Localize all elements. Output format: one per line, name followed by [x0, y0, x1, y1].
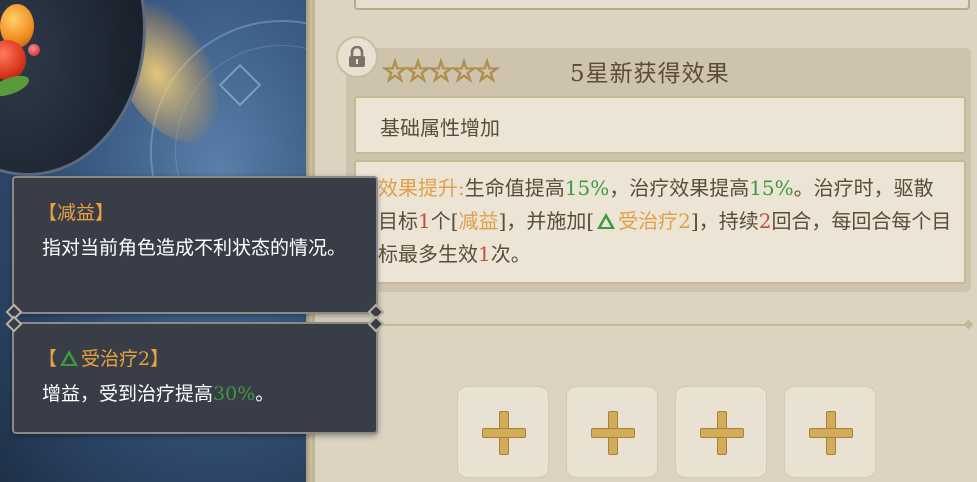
effect-text: ]，持续 — [690, 209, 759, 233]
section-separator — [370, 324, 968, 326]
basic-attribute-label: 基础属性增加 — [380, 116, 500, 140]
basic-attribute-box: 基础属性增加 — [354, 96, 966, 154]
add-slot-button[interactable] — [457, 386, 549, 478]
tooltip-debuff: 【减益】 指对当前角色造成不利状态的情况。 — [5, 176, 385, 321]
buff-link[interactable]: 受治疗2 — [618, 209, 691, 233]
effect-text: 个[ — [430, 209, 459, 233]
tooltip-title: 【减益】 — [38, 202, 115, 224]
add-slot-button[interactable] — [566, 386, 658, 478]
add-slot-button[interactable] — [675, 386, 767, 478]
tooltip-text: 指对当前角色造成不利状态的情况。 — [42, 237, 347, 259]
tooltip-title: 【受治疗2】 — [38, 348, 170, 370]
section-title: 5星新获得效果 — [570, 61, 730, 87]
star-rating: ☆ ☆ ☆ ☆ ☆ — [381, 54, 501, 88]
effect-text: 次。 — [490, 242, 531, 266]
effect-text: ，治疗效果提高 — [609, 176, 750, 200]
plus-icon — [700, 411, 744, 455]
effect-number: 1 — [418, 209, 431, 233]
tooltip-heal-buff: 【受治疗2】 增益，受到治疗提高30%。 — [5, 315, 385, 434]
effect-prefix: 效果提升: — [378, 176, 465, 200]
add-slot-button[interactable] — [784, 386, 876, 478]
tooltip-value: 30% — [213, 383, 256, 405]
lock-icon[interactable] — [336, 36, 378, 78]
plus-icon — [809, 411, 853, 455]
plus-icon — [482, 411, 526, 455]
tooltip-text: 增益，受到治疗提高30%。 — [42, 383, 275, 405]
triangle-buff-icon — [60, 350, 79, 366]
triangle-buff-icon — [597, 213, 616, 229]
effect-value-hp: 15% — [564, 176, 610, 200]
effect-description-box: 效果提升:生命值提高15%，治疗效果提高15%。治疗时，驱散目标1个[减益]，并… — [354, 160, 966, 284]
effect-text: 生命值提高 — [464, 176, 565, 200]
lock-icon-graphic — [349, 46, 365, 67]
effect-description: 效果提升:生命值提高15%，治疗效果提高15%。治疗时，驱散目标1个[减益]，并… — [378, 172, 953, 271]
previous-section-bottom — [354, 0, 970, 10]
effect-number: 1 — [478, 242, 491, 266]
fruit-cherry — [28, 44, 40, 56]
effect-text: ]，并施加[ — [498, 209, 595, 233]
effect-number: 2 — [758, 209, 772, 233]
plus-icon — [591, 411, 635, 455]
star-icon: ☆ — [473, 54, 501, 88]
debuff-link[interactable]: 减益 — [459, 209, 499, 233]
effect-value-heal: 15% — [749, 176, 794, 200]
